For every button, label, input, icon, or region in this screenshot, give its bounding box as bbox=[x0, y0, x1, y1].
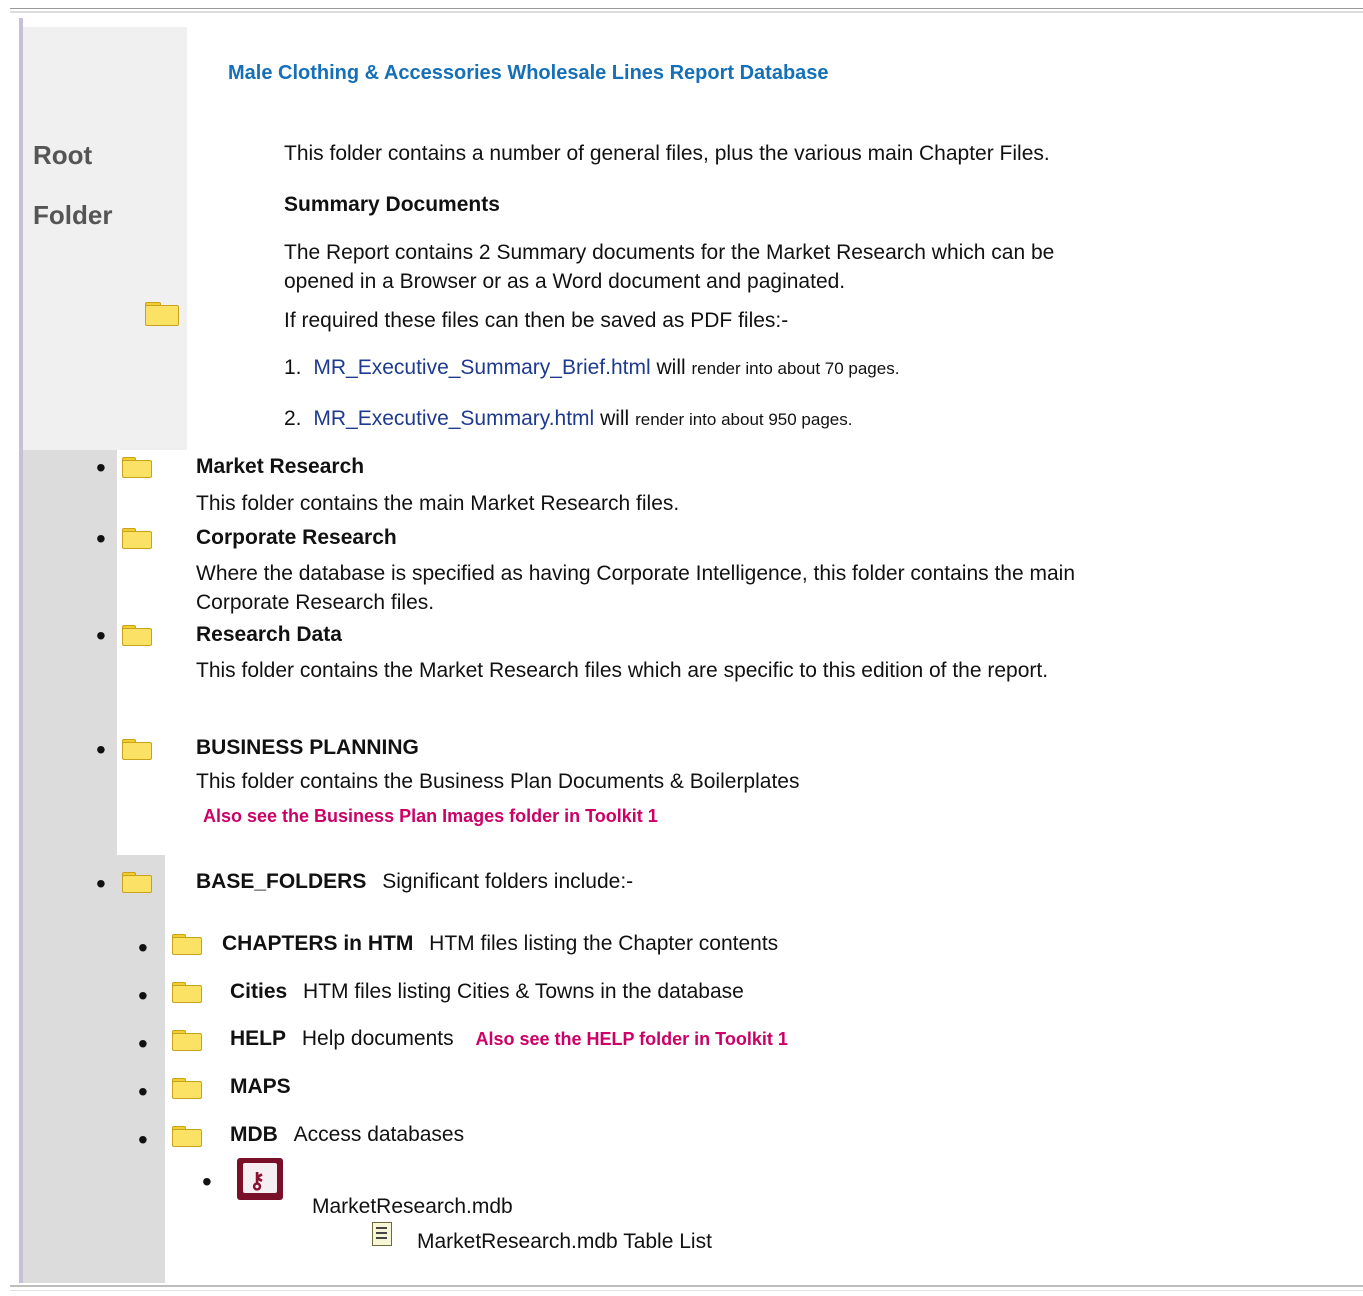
subfolder-name-chapters[interactable]: CHAPTERS in HTM bbox=[222, 932, 413, 955]
page-title: Male Clothing & Accessories Wholesale Li… bbox=[228, 62, 829, 84]
folder-name-research-data[interactable]: Research Data bbox=[196, 623, 342, 647]
bullet-icon: • bbox=[96, 523, 106, 554]
subfolder-item: HELP Help documents Also see the HELP fo… bbox=[230, 1027, 788, 1051]
folder-name-corporate-research[interactable]: Corporate Research bbox=[196, 526, 397, 550]
folder-icon bbox=[122, 457, 152, 478]
pdf-text: If required these files can then be save… bbox=[284, 309, 789, 332]
folder-desc: This folder contains the main Market Res… bbox=[196, 492, 680, 515]
root-folder-icon bbox=[145, 302, 179, 326]
frame-bottom-border-shadow bbox=[10, 1290, 1363, 1291]
folder-desc: This folder contains the Market Research… bbox=[196, 659, 1049, 682]
bullet-icon: • bbox=[138, 1124, 148, 1155]
subfolder-desc: HTM files listing Cities & Towns in the … bbox=[303, 980, 744, 1003]
folder-desc: Significant folders include:- bbox=[382, 870, 634, 893]
mdb-table-list[interactable]: MarketResearch.mdb Table List bbox=[417, 1230, 712, 1254]
summary-text-line-2: opened in a Browser or as a Word documen… bbox=[284, 270, 846, 293]
summary-file-link[interactable]: MR_Executive_Summary_Brief.html bbox=[313, 356, 650, 379]
folder-icon bbox=[122, 528, 152, 549]
folder-icon bbox=[172, 1078, 202, 1099]
folder-name-business-planning[interactable]: BUSINESS PLANNING bbox=[196, 736, 419, 760]
folder-desc: Where the database is specified as havin… bbox=[196, 562, 1076, 585]
summary-text-line-1: The Report contains 2 Summary documents … bbox=[284, 241, 1055, 264]
bullet-icon: • bbox=[96, 452, 106, 483]
folder-icon bbox=[172, 982, 202, 1003]
table-list-document-icon bbox=[372, 1222, 392, 1246]
bullet-icon: • bbox=[138, 1028, 148, 1059]
subfolder-item: MDB Access databases bbox=[230, 1123, 464, 1147]
summary-file-number: 1. bbox=[284, 356, 302, 379]
folder-icon bbox=[172, 1126, 202, 1147]
folder-desc: Corporate Research files. bbox=[196, 591, 435, 614]
summary-file-will: will bbox=[656, 356, 686, 379]
bullet-icon: • bbox=[202, 1166, 212, 1197]
summary-file-item: 2. MR_Executive_Summary.html will render… bbox=[284, 407, 852, 431]
frame-bottom-border bbox=[10, 1285, 1363, 1287]
folder-icon bbox=[122, 625, 152, 646]
subfolder-list-sidebar bbox=[23, 855, 165, 1283]
subfolder-name-maps[interactable]: MAPS bbox=[230, 1075, 291, 1099]
bullet-icon: • bbox=[96, 868, 106, 899]
bullet-icon: • bbox=[138, 1076, 148, 1107]
subfolder-item: Cities HTM files listing Cities & Towns … bbox=[230, 980, 744, 1004]
folder-icon bbox=[172, 934, 202, 955]
folder-list-sidebar bbox=[23, 450, 117, 855]
folder-label: Folder bbox=[33, 200, 113, 230]
summary-file-number: 2. bbox=[284, 407, 302, 430]
summary-heading: Summary Documents bbox=[284, 193, 500, 216]
folder-icon bbox=[172, 1030, 202, 1051]
folder-icon bbox=[122, 739, 152, 760]
access-database-icon: ⚷ bbox=[237, 1158, 283, 1200]
subfolder-name-cities[interactable]: Cities bbox=[230, 980, 287, 1003]
folder-name-base-folders[interactable]: BASE_FOLDERS bbox=[196, 870, 366, 893]
base-folders-item: BASE_FOLDERS Significant folders include… bbox=[196, 870, 633, 894]
subfolder-desc: Access databases bbox=[293, 1123, 465, 1146]
summary-file-will: will bbox=[600, 407, 630, 430]
summary-file-link[interactable]: MR_Executive_Summary.html bbox=[313, 407, 594, 430]
summary-file-item: 1. MR_Executive_Summary_Brief.html will … bbox=[284, 356, 899, 380]
folder-icon bbox=[122, 872, 152, 893]
intro-text: This folder contains a number of general… bbox=[284, 142, 1050, 165]
frame-top-border bbox=[10, 8, 1363, 9]
bullet-icon: • bbox=[138, 932, 148, 963]
business-plan-note: Also see the Business Plan Images folder… bbox=[203, 806, 658, 826]
help-note: Also see the HELP folder in Toolkit 1 bbox=[475, 1029, 788, 1049]
root-sidebar-panel bbox=[23, 27, 187, 450]
subfolder-desc: Help documents bbox=[301, 1027, 454, 1050]
root-label: Root bbox=[33, 140, 93, 170]
mdb-file-name[interactable]: MarketResearch.mdb bbox=[312, 1195, 513, 1219]
subfolder-item: CHAPTERS in HTM HTM files listing the Ch… bbox=[222, 932, 778, 956]
subfolder-desc: HTM files listing the Chapter contents bbox=[429, 932, 779, 955]
folder-desc: This folder contains the Business Plan D… bbox=[196, 770, 800, 793]
frame-top-border-shadow bbox=[10, 11, 1363, 13]
folder-name-market-research[interactable]: Market Research bbox=[196, 455, 364, 479]
subfolder-name-help[interactable]: HELP bbox=[230, 1027, 286, 1050]
summary-file-desc: render into about 70 pages. bbox=[691, 359, 900, 378]
bullet-icon: • bbox=[96, 734, 106, 765]
bullet-icon: • bbox=[96, 620, 106, 651]
bullet-icon: • bbox=[138, 980, 148, 1011]
summary-file-desc: render into about 950 pages. bbox=[635, 410, 853, 429]
subfolder-name-mdb[interactable]: MDB bbox=[230, 1123, 278, 1146]
